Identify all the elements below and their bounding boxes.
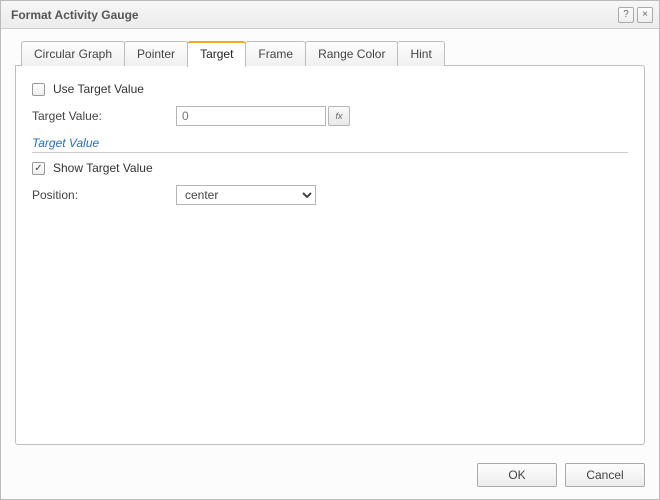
show-target-label: Show Target Value bbox=[53, 161, 153, 175]
position-dropdown[interactable]: center bbox=[176, 185, 316, 205]
ok-button[interactable]: OK bbox=[477, 463, 557, 487]
tab-pointer[interactable]: Pointer bbox=[124, 41, 188, 66]
tab-strip: Circular Graph Pointer Target Frame Rang… bbox=[15, 41, 645, 66]
target-value-label: Target Value: bbox=[32, 109, 176, 123]
tab-frame[interactable]: Frame bbox=[245, 41, 306, 66]
dialog-title: Format Activity Gauge bbox=[11, 8, 615, 22]
tab-circular-graph[interactable]: Circular Graph bbox=[21, 41, 125, 66]
show-target-row: ✓ Show Target Value bbox=[32, 161, 628, 175]
section-target-value: Target Value bbox=[32, 136, 628, 153]
use-target-row: Use Target Value bbox=[32, 82, 628, 96]
target-value-inputset: fx bbox=[176, 106, 350, 126]
dialog: Format Activity Gauge ? × Circular Graph… bbox=[0, 0, 660, 500]
use-target-checkbox[interactable] bbox=[32, 83, 45, 96]
close-button[interactable]: × bbox=[637, 7, 653, 23]
target-value-row: Target Value: fx bbox=[32, 106, 628, 126]
cancel-button[interactable]: Cancel bbox=[565, 463, 645, 487]
button-bar: OK Cancel bbox=[1, 455, 659, 499]
content: Circular Graph Pointer Target Frame Rang… bbox=[1, 29, 659, 455]
tab-hint[interactable]: Hint bbox=[397, 41, 444, 66]
position-row: Position: center bbox=[32, 185, 628, 205]
target-value-input[interactable] bbox=[176, 106, 326, 126]
fx-button[interactable]: fx bbox=[328, 106, 350, 126]
titlebar: Format Activity Gauge ? × bbox=[1, 1, 659, 29]
show-target-checkbox[interactable]: ✓ bbox=[32, 162, 45, 175]
position-label: Position: bbox=[32, 188, 176, 202]
help-button[interactable]: ? bbox=[618, 7, 634, 23]
panel-target: Use Target Value Target Value: fx Target… bbox=[15, 65, 645, 445]
use-target-label: Use Target Value bbox=[53, 82, 144, 96]
tab-range-color[interactable]: Range Color bbox=[305, 41, 398, 66]
tab-target[interactable]: Target bbox=[187, 41, 246, 67]
